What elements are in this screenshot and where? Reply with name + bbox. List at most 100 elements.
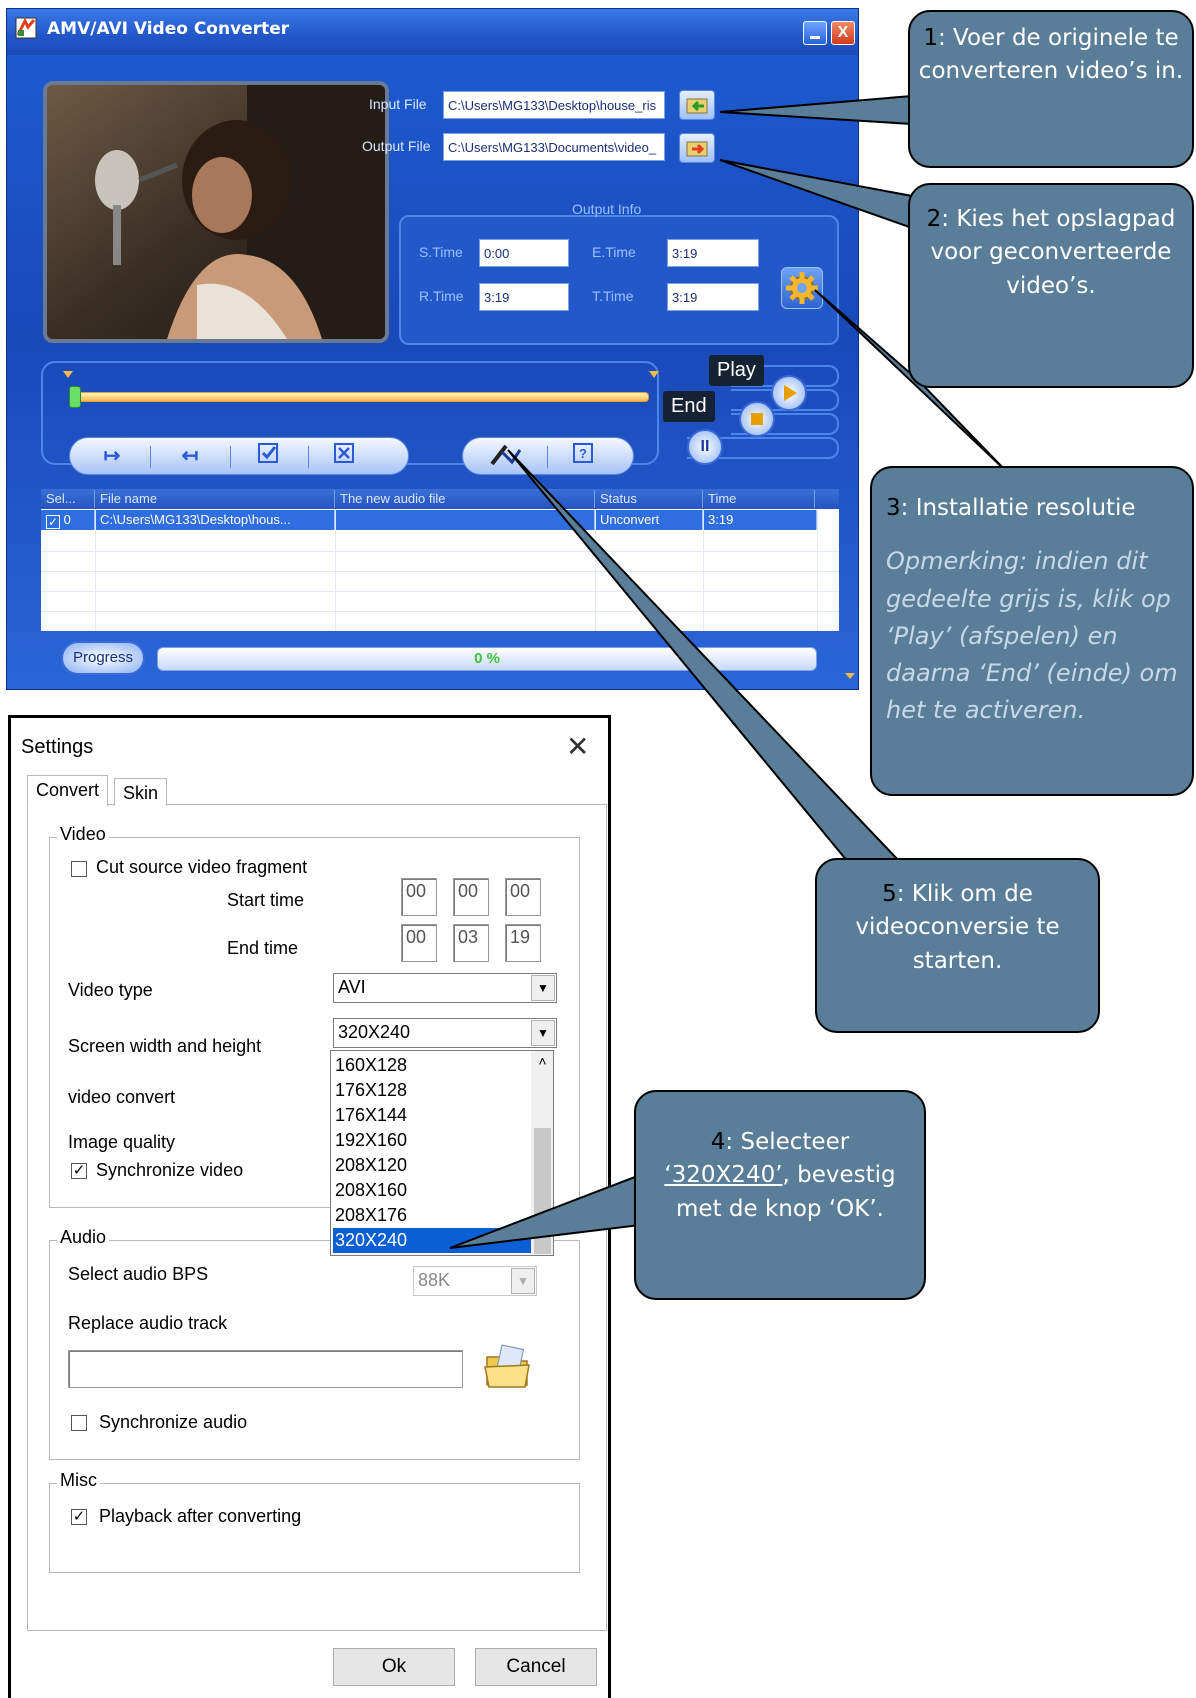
row-checkbox[interactable]: ✓	[46, 515, 60, 529]
convert-icon	[490, 444, 522, 466]
video-type-label: Video type	[68, 980, 153, 1000]
column-header[interactable]: Sel...	[41, 490, 95, 508]
video-convert-label: video convert	[68, 1087, 176, 1107]
open-folder-button[interactable]	[481, 1339, 537, 1395]
svg-text:?: ?	[579, 446, 587, 461]
tab-skin[interactable]: Skin	[114, 778, 168, 806]
table-row[interactable]: ✓ 0 C:\Users\MG133\Desktop\hous... Uncon…	[41, 510, 817, 530]
end-marker-icon[interactable]	[649, 371, 659, 378]
chevron-down-icon[interactable]: ▼	[531, 975, 555, 1001]
converter-titlebar[interactable]: AMV/AVI Video Converter X	[7, 9, 858, 55]
chevron-down-icon[interactable]: ▼	[531, 1020, 555, 1046]
callout-4-highlight: ‘320X240’	[664, 1162, 783, 1189]
confirm-button[interactable]	[248, 442, 288, 470]
chevron-down-icon[interactable]	[845, 673, 855, 679]
file-list: Sel... File name The new audio file Stat…	[41, 489, 839, 631]
replace-audio-field[interactable]	[68, 1350, 463, 1388]
set-end-button[interactable]: ↤	[170, 442, 210, 470]
list-item[interactable]: 176X128	[333, 1078, 531, 1103]
edit-controls: ↦ ↤	[69, 437, 409, 475]
sync-video-checkbox[interactable]: ✓	[71, 1163, 87, 1179]
image-quality-label: Image quality	[68, 1132, 176, 1152]
progress-button[interactable]: Progress	[61, 641, 145, 675]
tab-convert[interactable]: Convert	[27, 775, 109, 807]
video-type-value: AVI	[338, 977, 366, 997]
gear-icon	[786, 272, 818, 304]
convert-start-button[interactable]	[481, 442, 531, 470]
video-type-select[interactable]: AVI ▼	[333, 973, 557, 1003]
stop-button[interactable]	[739, 401, 775, 437]
video-preview	[43, 81, 389, 343]
audio-bps-label: Select audio BPS	[68, 1264, 209, 1284]
ttime-field[interactable]: 3:19	[667, 283, 759, 311]
output-browse-button[interactable]	[679, 133, 715, 163]
screen-size-dropdown[interactable]: 160X128 176X128 176X144 192X160 208X120 …	[330, 1050, 554, 1256]
list-item[interactable]: 176X144	[333, 1103, 531, 1128]
video-group-label: Video	[57, 824, 109, 845]
scrollbar-thumb[interactable]	[534, 1128, 551, 1254]
cut-fragment-checkbox[interactable]	[71, 861, 87, 877]
screen-size-select[interactable]: 320X240 ▼	[333, 1018, 557, 1048]
pause-button[interactable]: II	[687, 429, 723, 465]
timeline-slider[interactable]	[69, 392, 649, 402]
column-header[interactable]: The new audio file	[335, 490, 595, 508]
ttime-label: T.Time	[592, 288, 634, 304]
set-start-button[interactable]: ↦	[92, 442, 132, 470]
callout-4-number: 4	[710, 1129, 726, 1155]
column-header[interactable]: Time	[703, 490, 815, 508]
close-button[interactable]: X	[831, 21, 855, 45]
callout-3-text: : Installatie resolutie	[900, 495, 1136, 521]
list-item[interactable]: 192X160	[333, 1128, 531, 1153]
screen-size-label: Screen width and height	[68, 1036, 262, 1056]
settings-button[interactable]	[781, 267, 823, 309]
output-file-field[interactable]: C:\Users\MG133\Documents\video_	[443, 133, 665, 161]
file-list-header: Sel... File name The new audio file Stat…	[41, 489, 839, 509]
file-name-cell: C:\Users\MG133\Desktop\hous...	[95, 510, 335, 530]
cut-fragment-label: Cut source video fragment	[96, 857, 308, 877]
sync-audio-checkbox[interactable]	[71, 1415, 87, 1431]
cancel-button[interactable]: Cancel	[475, 1648, 597, 1686]
callout-4-text-a: : Selecteer	[725, 1129, 850, 1155]
list-item[interactable]: 208X120	[333, 1153, 531, 1178]
start-sec-field[interactable]: 00	[505, 878, 541, 916]
ok-button[interactable]: Ok	[333, 1648, 455, 1686]
row-select-cell[interactable]: ✓ 0	[41, 510, 95, 530]
column-header[interactable]: File name	[95, 490, 335, 508]
converter-window: AMV/AVI Video Converter X Input File C:\…	[6, 8, 859, 690]
rtime-label: R.Time	[419, 288, 464, 304]
dialog-title: Settings	[21, 736, 94, 758]
input-file-field[interactable]: C:\Users\MG133\Desktop\house_ris	[443, 91, 665, 119]
start-hour-field[interactable]: 00	[401, 878, 437, 916]
delete-button[interactable]	[324, 442, 364, 470]
play-button[interactable]	[771, 375, 807, 411]
playback-checkbox[interactable]: ✓	[71, 1509, 87, 1525]
list-item[interactable]: 160X128	[333, 1053, 531, 1078]
end-hour-field[interactable]: 00	[401, 924, 437, 962]
status-cell: Unconvert	[595, 510, 703, 530]
help-button[interactable]: ?	[563, 442, 603, 470]
callout-2-text: : Kies het opslagpad voor geconverteerde…	[930, 206, 1176, 299]
rtime-field[interactable]: 3:19	[479, 283, 569, 311]
list-item-selected[interactable]: 320X240	[333, 1228, 531, 1253]
start-min-field[interactable]: 00	[453, 878, 489, 916]
end-sec-field[interactable]: 19	[505, 924, 541, 962]
start-marker-icon[interactable]	[63, 371, 73, 378]
minimize-button[interactable]	[803, 21, 827, 45]
end-min-field[interactable]: 03	[453, 924, 489, 962]
list-item[interactable]: 208X176	[333, 1203, 531, 1228]
play-tooltip: Play	[709, 355, 764, 386]
chevron-up-icon[interactable]: ˄	[534, 1053, 551, 1073]
close-icon[interactable]: ✕	[566, 730, 589, 763]
list-item[interactable]: 208X160	[333, 1178, 531, 1203]
etime-field[interactable]: 3:19	[667, 239, 759, 267]
sync-video-label: Synchronize video	[96, 1160, 244, 1180]
chevron-down-icon[interactable]: ▼	[511, 1268, 535, 1294]
stime-field[interactable]: 0:00	[479, 239, 569, 267]
input-browse-button[interactable]	[679, 90, 715, 120]
column-header[interactable]: Status	[595, 490, 703, 508]
output-info-label: Output Info	[572, 201, 642, 217]
play-icon	[784, 385, 797, 401]
end-tooltip: End	[663, 391, 715, 422]
audio-bps-select[interactable]: 88K ▼	[413, 1266, 537, 1296]
timeline-thumb[interactable]	[69, 386, 81, 408]
